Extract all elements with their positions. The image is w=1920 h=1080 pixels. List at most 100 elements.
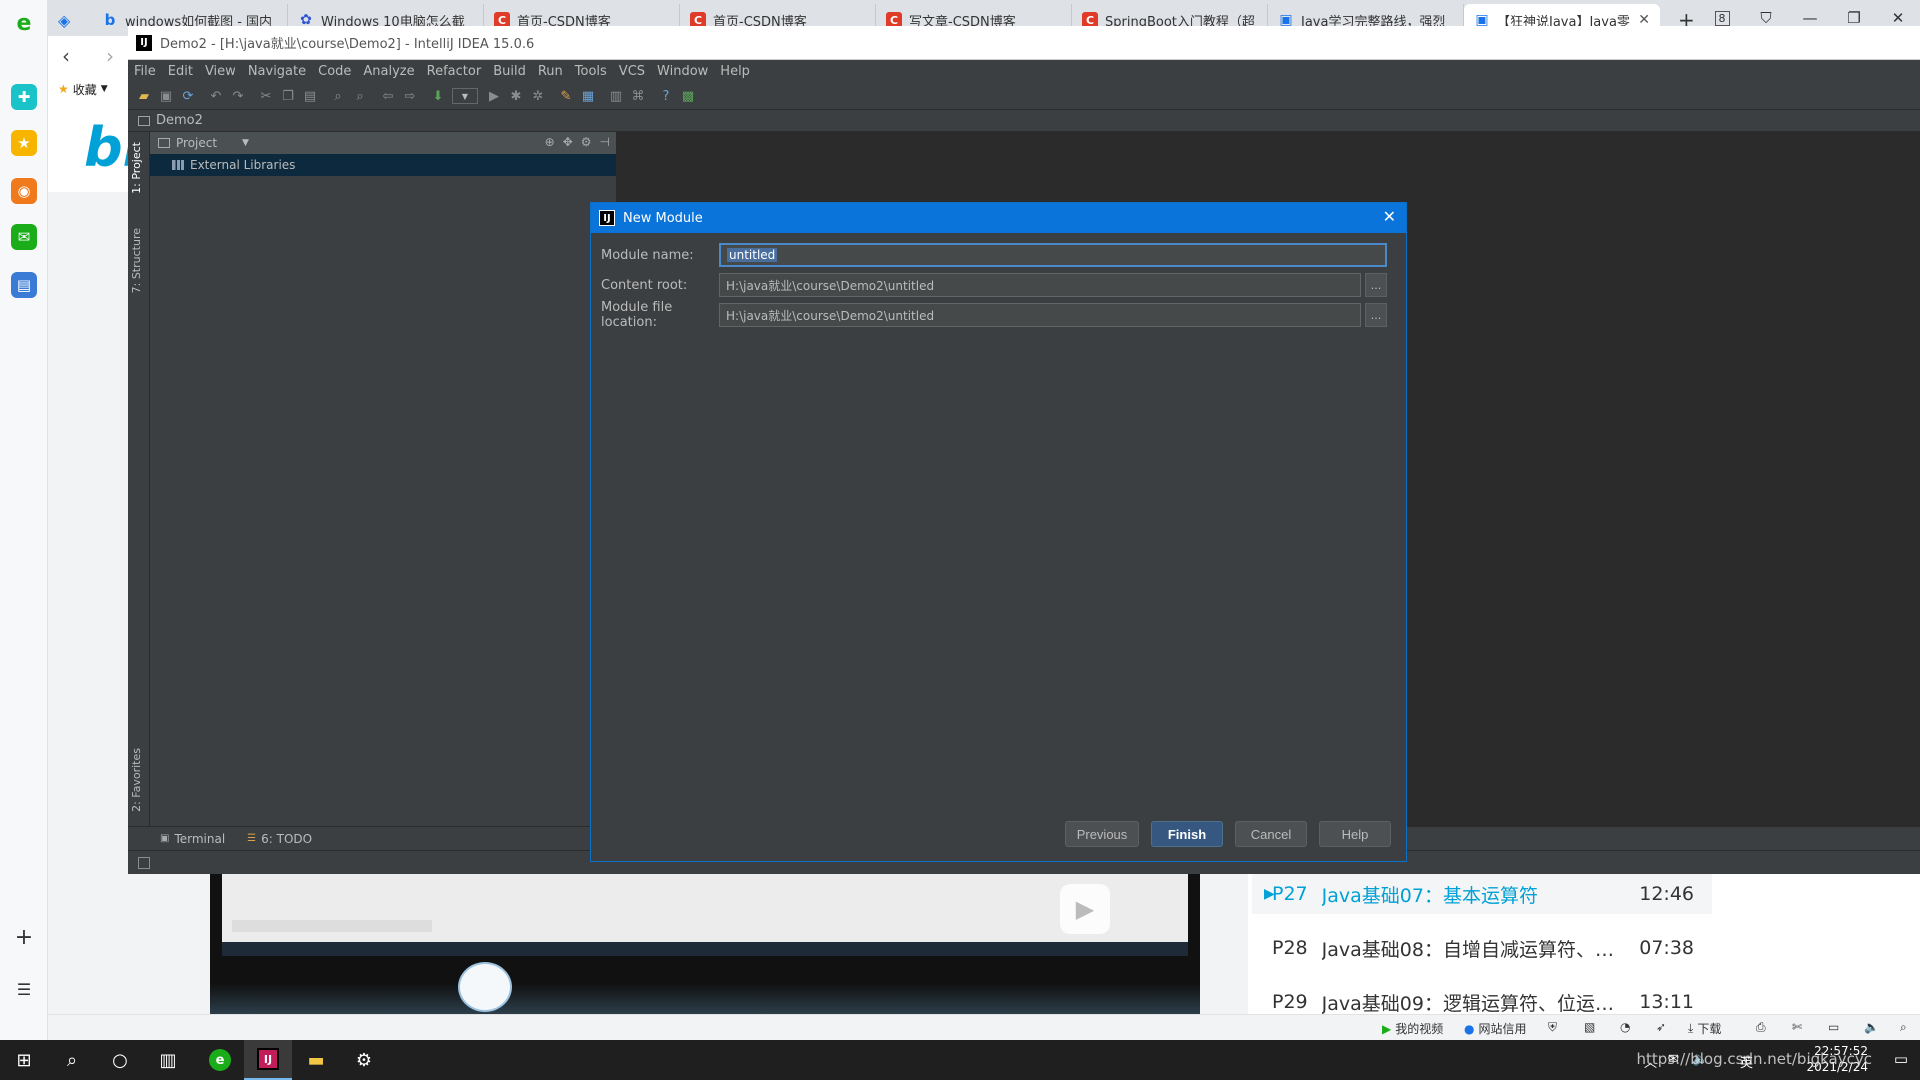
tool-tab-structure[interactable]: 7: Structure (130, 228, 143, 293)
sync-icon[interactable]: ⟳ (180, 88, 196, 104)
sdk-icon[interactable]: ▥ (608, 88, 624, 104)
plus-app-icon[interactable]: ✚ (11, 84, 37, 110)
favorites-bar[interactable]: ★ 收藏 ▼ (48, 76, 128, 102)
playlist-item[interactable]: ▶ P27 Java基础07：基本运算符 12:46 (1252, 874, 1712, 914)
start-windows-icon[interactable]: ⊞ (0, 1040, 48, 1080)
help-icon[interactable]: ? (658, 88, 674, 104)
volume-icon[interactable]: 🔈 (1864, 1020, 1879, 1034)
forward-icon[interactable]: › (106, 44, 114, 68)
debug-icon[interactable]: ✱ (508, 88, 524, 104)
window-icon[interactable]: ▭ (1828, 1020, 1839, 1034)
zoom-icon[interactable]: ⌕ (1900, 1020, 1907, 1035)
navigate-icon: ◈ (58, 10, 71, 30)
add-icon[interactable]: + (11, 924, 37, 950)
download-button[interactable]: ⤓ 下载 (1688, 1020, 1721, 1037)
content-root-input[interactable]: H:\java就业\course\Demo2\untitled (719, 273, 1361, 297)
weibo-icon[interactable]: ◉ (11, 178, 37, 204)
list-icon[interactable]: ☰ (11, 976, 37, 1002)
plugin-icon[interactable]: ▩ (680, 88, 696, 104)
project-structure-icon[interactable]: ▦ (580, 88, 596, 104)
previous-button[interactable]: Previous (1065, 821, 1139, 847)
menu-vcs[interactable]: VCS (619, 64, 645, 79)
cancel-button[interactable]: Cancel (1235, 821, 1307, 847)
tool-todo[interactable]: ☰ 6: TODO (247, 832, 312, 846)
tool-terminal[interactable]: ▣ Terminal (160, 832, 225, 846)
speed-icon[interactable]: ◔ (1620, 1020, 1630, 1034)
module-name-input[interactable]: untitled (719, 243, 1387, 267)
toggle-tool-windows-icon[interactable] (138, 857, 150, 869)
hide-panel-icon[interactable]: ⊣ (600, 135, 610, 149)
notification-icon[interactable]: ▭ (1894, 1050, 1908, 1068)
shield-icon[interactable]: ⛨ (1548, 1020, 1557, 1035)
run-config-dropdown[interactable]: ▼ (452, 88, 478, 104)
menu-run[interactable]: Run (538, 64, 563, 79)
replace-icon[interactable]: ⌕ (352, 88, 368, 104)
menu-tools[interactable]: Tools (575, 64, 607, 79)
cut-icon[interactable]: ✂ (258, 88, 274, 104)
close-icon[interactable]: ✕ (1383, 207, 1396, 226)
watermark: https://blog.csdn.net/bigkaycyc (1636, 1050, 1872, 1068)
breadcrumb-project[interactable]: Demo2 (156, 113, 203, 128)
back-icon[interactable]: ‹ (62, 44, 70, 68)
print-icon[interactable]: ⎙ (1756, 1020, 1766, 1035)
search-icon[interactable]: ⌕ (48, 1040, 96, 1080)
tab-nav[interactable]: ◈ (48, 4, 84, 36)
intellij-taskbar-logo-icon: IJ (257, 1048, 279, 1070)
menu-build[interactable]: Build (493, 64, 526, 79)
mail-icon[interactable]: ✉ (11, 224, 37, 250)
run-icon[interactable]: ▶ (486, 88, 502, 104)
menu-help[interactable]: Help (720, 64, 750, 79)
finish-button[interactable]: Finish (1151, 821, 1223, 847)
gear-icon[interactable]: ⚙ (581, 135, 592, 149)
video-player[interactable]: ▶ (210, 874, 1200, 1014)
project-panel-header[interactable]: Project ▼ ⊕ ✥ ⚙ ⊣ (150, 132, 616, 154)
task-view-icon[interactable]: ▥ (144, 1040, 192, 1080)
site-credit-button[interactable]: ● 网站信用 (1464, 1020, 1527, 1037)
menu-window[interactable]: Window (657, 64, 708, 79)
my-videos-button[interactable]: ▶ 我的视频 (1382, 1020, 1443, 1037)
android-icon[interactable]: ⌘ (630, 88, 646, 104)
menu-code[interactable]: Code (318, 64, 351, 79)
cortana-icon[interactable]: ○ (96, 1040, 144, 1080)
forward-nav-icon[interactable]: ⇨ (402, 88, 418, 104)
rocket-icon[interactable]: ➶ (1656, 1020, 1666, 1034)
redo-icon[interactable]: ↷ (230, 88, 246, 104)
menu-view[interactable]: View (205, 64, 236, 79)
tool-tab-project[interactable]: 1: Project (130, 142, 143, 194)
tool-tab-favorites[interactable]: 2: Favorites (130, 748, 143, 812)
back-nav-icon[interactable]: ⇦ (380, 88, 396, 104)
save-icon[interactable]: ▣ (158, 88, 174, 104)
menu-navigate[interactable]: Navigate (248, 64, 306, 79)
edge-logo-icon[interactable]: e (11, 10, 37, 36)
coverage-icon[interactable]: ✲ (530, 88, 546, 104)
ide-window-title: Demo2 - [H:\java就业\course\Demo2] - Intel… (160, 37, 535, 52)
menu-refactor[interactable]: Refactor (427, 64, 482, 79)
menu-file[interactable]: File (134, 64, 156, 79)
image-icon[interactable]: ▧ (1584, 1020, 1595, 1034)
play-icon[interactable]: ▶ (1060, 884, 1110, 934)
settings-gear-icon[interactable]: ⚙ (340, 1040, 388, 1080)
collapse-all-icon[interactable]: ✥ (563, 135, 573, 149)
screenshot-icon[interactable]: ✄ (1792, 1020, 1802, 1034)
browser-app-icon[interactable]: e (196, 1040, 244, 1080)
find-icon[interactable]: ⌕ (330, 88, 346, 104)
tree-item-external-libraries[interactable]: External Libraries (150, 154, 616, 176)
menu-edit[interactable]: Edit (168, 64, 193, 79)
menu-analyze[interactable]: Analyze (363, 64, 414, 79)
build-icon[interactable]: ⬇ (430, 88, 446, 104)
undo-icon[interactable]: ↶ (208, 88, 224, 104)
help-button[interactable]: Help (1319, 821, 1391, 847)
intellij-app-icon[interactable]: IJ (244, 1040, 292, 1080)
module-file-location-browse-button[interactable]: ... (1365, 303, 1387, 327)
playlist-item[interactable]: P28 Java基础08：自增自减运算符、初识Math类 07:38 (1252, 928, 1712, 968)
module-file-location-input[interactable]: H:\java就业\course\Demo2\untitled (719, 303, 1361, 327)
paste-icon[interactable]: ▤ (302, 88, 318, 104)
favorites-star-icon[interactable]: ★ (11, 130, 37, 156)
scroll-from-source-icon[interactable]: ⊕ (545, 135, 555, 149)
content-root-browse-button[interactable]: ... (1365, 273, 1387, 297)
copy-icon[interactable]: ❐ (280, 88, 296, 104)
settings-wrench-icon[interactable]: ✎ (558, 88, 574, 104)
file-explorer-icon[interactable]: ▬ (292, 1040, 340, 1080)
open-folder-icon[interactable]: ▰ (136, 88, 152, 104)
notes-icon[interactable]: ▤ (11, 272, 37, 298)
